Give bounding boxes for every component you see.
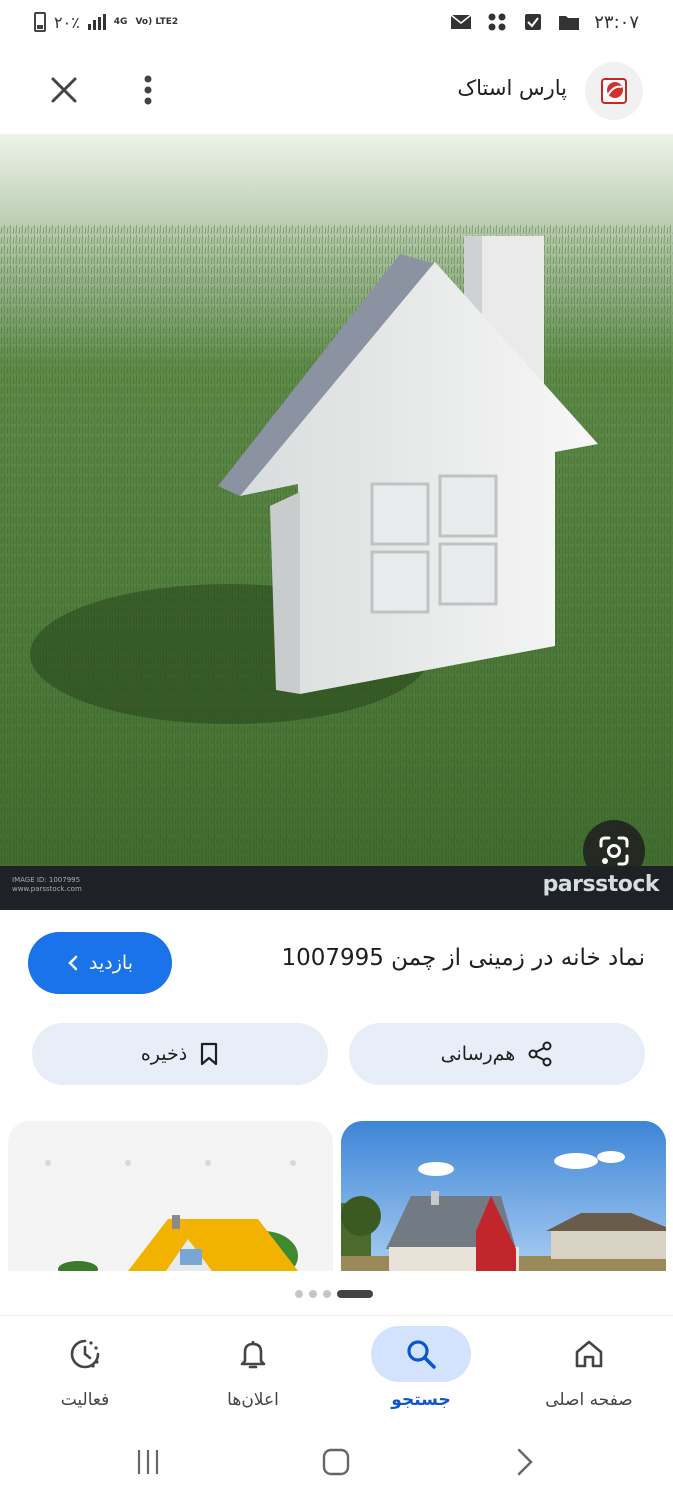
share-label: هم‌رسانی [440, 1043, 516, 1065]
grid-app-icon [486, 12, 508, 32]
carousel-dot[interactable] [295, 1290, 303, 1298]
recent-apps-icon [137, 1450, 159, 1474]
status-bar: ۲۰٪ 4G Vo) LTE2 ۲۳:۰۷ [0, 0, 673, 46]
battery-percent: ۲۰٪ [54, 12, 80, 32]
chevron-right-icon [517, 1448, 533, 1476]
bell-icon [240, 1341, 266, 1369]
watermark-small-text: IMAGE ID: 1007995 www.parsstock.com [12, 876, 82, 894]
close-icon [51, 77, 77, 103]
network-type: 4G [113, 17, 128, 27]
save-label: ذخیره [140, 1043, 188, 1065]
watermark-id: IMAGE ID: 1007995 [12, 876, 81, 884]
chevron-left-icon [68, 955, 78, 971]
google-lens-icon [599, 836, 629, 866]
parsstock-logo-icon [601, 78, 627, 104]
folder-icon [558, 12, 580, 32]
visit-label: بازدید [89, 952, 133, 974]
close-button[interactable] [44, 70, 84, 110]
share-button[interactable]: هم‌رسانی [349, 1023, 645, 1085]
visit-button[interactable]: بازدید [28, 932, 172, 994]
carousel-indicator [295, 1289, 373, 1299]
grey-house-thumbnail [341, 1121, 666, 1271]
carousel-dot-active[interactable] [337, 1290, 373, 1298]
nav-home-label: صفحه اصلی [545, 1390, 633, 1410]
nav-activity-icon-wrap [35, 1326, 135, 1382]
nav-home[interactable]: صفحه اصلی [505, 1316, 673, 1431]
nav-search-icon-wrap [371, 1326, 471, 1382]
watermark-bar: IMAGE ID: 1007995 www.parsstock.com pars… [0, 866, 673, 910]
bottom-navigation: صفحه اصلی جستجو اعلان‌ها ف [0, 1315, 673, 1430]
image-caption: نماد خانه در زمینی از چمن 1007995 [281, 945, 645, 971]
nav-notifications-label: اعلان‌ها [227, 1390, 279, 1410]
site-title[interactable]: پارس استاک [457, 76, 567, 100]
search-icon [407, 1340, 436, 1369]
watermark-url: www.parsstock.com [12, 885, 82, 893]
related-image-yellow-house[interactable] [8, 1121, 333, 1271]
status-right: ۲۳:۰۷ [450, 10, 639, 34]
main-image[interactable]: IMAGE ID: 1007995 www.parsstock.com pars… [0, 134, 673, 910]
volte-indicator: Vo) LTE2 [135, 17, 178, 27]
status-left: ۲۰٪ 4G Vo) LTE2 [34, 10, 178, 34]
carousel-dot[interactable] [309, 1290, 317, 1298]
related-image-grey-house[interactable] [341, 1121, 666, 1271]
more-vert-icon [144, 75, 152, 105]
site-logo[interactable] [585, 62, 643, 120]
watermark-brand: parsstock [542, 872, 660, 897]
home-square-icon [322, 1448, 350, 1476]
nav-activity-label: فعالیت [60, 1390, 110, 1410]
nav-notifications-icon-wrap [203, 1326, 303, 1382]
nav-search[interactable]: جستجو [337, 1316, 505, 1431]
activity-icon [70, 1339, 100, 1369]
nav-search-label: جستجو [391, 1390, 451, 1410]
nav-activity[interactable]: فعالیت [1, 1316, 169, 1431]
more-options-button[interactable] [134, 70, 162, 110]
share-icon [528, 1041, 552, 1067]
nav-home-icon-wrap [539, 1326, 639, 1382]
carousel-dot[interactable] [323, 1290, 331, 1298]
mail-icon [450, 12, 472, 32]
volte-label: Vo) LTE2 [135, 17, 179, 27]
save-button[interactable]: ذخیره [32, 1023, 328, 1085]
clock: ۲۳:۰۷ [594, 11, 639, 33]
house-on-grass-image [0, 134, 673, 910]
app-header: پارس استاک [0, 50, 673, 134]
recent-apps-button[interactable] [128, 1444, 168, 1480]
bookmark-icon [201, 1042, 218, 1066]
network-indicator: 4G [114, 17, 128, 27]
battery-icon [34, 12, 46, 32]
signal-icon [87, 14, 106, 30]
system-navigation [0, 1430, 673, 1500]
nav-notifications[interactable]: اعلان‌ها [169, 1316, 337, 1431]
yellow-house-thumbnail [8, 1121, 333, 1271]
home-system-button[interactable] [316, 1444, 356, 1480]
checkbox-icon [522, 12, 544, 32]
home-icon [575, 1340, 603, 1368]
back-button[interactable] [504, 1444, 544, 1480]
